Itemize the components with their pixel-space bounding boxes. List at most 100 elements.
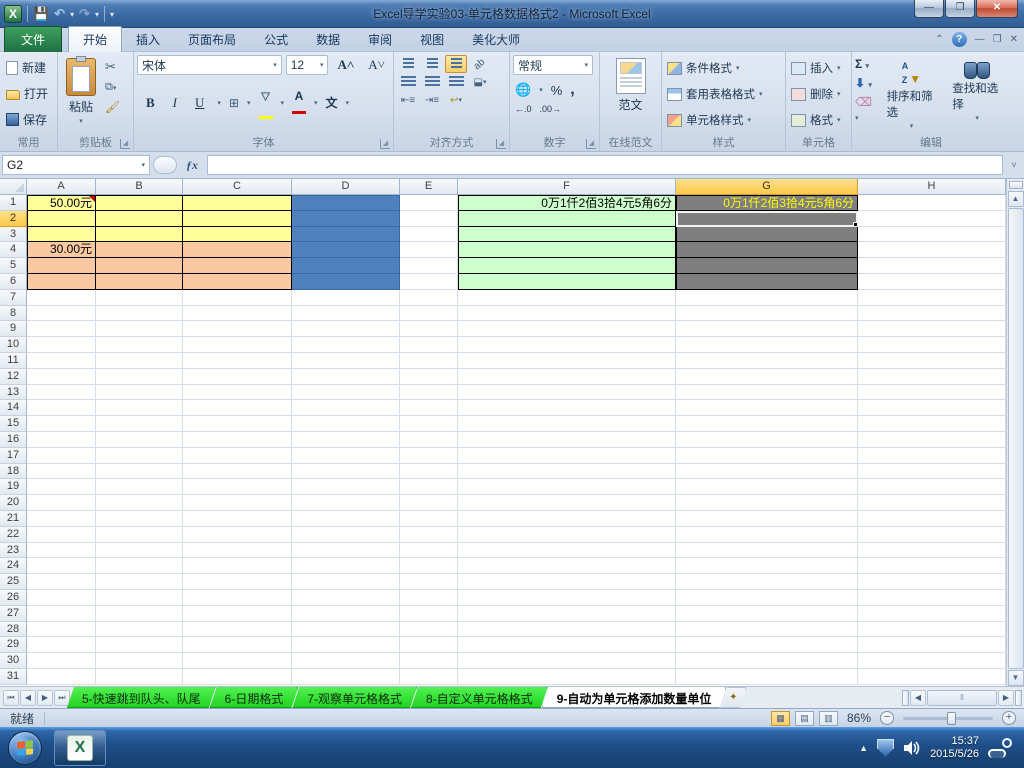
ribbon-tab-6[interactable]: 审阅 xyxy=(354,27,406,52)
cell-H28[interactable] xyxy=(858,621,1006,638)
formula-input[interactable] xyxy=(207,155,1003,175)
cell-F25[interactable] xyxy=(458,574,676,590)
cell-D23[interactable] xyxy=(292,542,400,559)
cell-E17[interactable] xyxy=(400,447,458,464)
horizontal-scrollbar[interactable]: ◀ ⦀ ▶ xyxy=(902,687,1024,708)
cell-H8[interactable] xyxy=(858,305,1006,322)
next-sheet-icon[interactable]: ▶ xyxy=(37,689,53,706)
cell-D5[interactable] xyxy=(292,258,400,274)
cell-B31[interactable] xyxy=(96,668,183,685)
cell-H23[interactable] xyxy=(858,542,1006,559)
cell-H15[interactable] xyxy=(858,416,1006,432)
row-header-30[interactable]: 30 xyxy=(0,653,27,669)
cell-H22[interactable] xyxy=(858,526,1006,543)
cell-D18[interactable] xyxy=(292,463,400,480)
cell-A24[interactable] xyxy=(27,558,96,575)
fill-color-caret-icon[interactable]: ▾ xyxy=(281,99,285,107)
cell-A26[interactable] xyxy=(27,589,96,606)
align-center-icon[interactable] xyxy=(421,73,443,91)
row-header-10[interactable]: 10 xyxy=(0,337,27,353)
security-shield-icon[interactable] xyxy=(877,738,895,757)
cell-H12[interactable] xyxy=(858,368,1006,385)
zoom-in-icon[interactable]: + xyxy=(1002,711,1016,725)
cell-A22[interactable] xyxy=(27,526,96,543)
cell-H7[interactable] xyxy=(858,289,1006,306)
cell-F3[interactable] xyxy=(458,226,676,243)
cell-B4[interactable] xyxy=(96,242,183,259)
wrap-text-icon[interactable]: ↩ ▾ xyxy=(445,91,467,109)
cell-A31[interactable] xyxy=(27,668,96,685)
cell-F19[interactable] xyxy=(458,479,676,496)
column-header-G[interactable]: G xyxy=(676,179,858,195)
zoom-level[interactable]: 86% xyxy=(847,711,871,725)
cell-F31[interactable] xyxy=(458,668,676,685)
cell-H5[interactable] xyxy=(858,258,1006,274)
row-header-4[interactable]: 4 xyxy=(0,242,27,259)
row-header-12[interactable]: 12 xyxy=(0,368,27,385)
sheet-tab-9[interactable]: 9-自动为单元格添加数量单位 xyxy=(542,687,727,708)
alignment-dialog-launcher-icon[interactable]: ◢ xyxy=(496,139,506,149)
fill-color-icon[interactable]: 🜄 xyxy=(258,83,273,122)
cell-A7[interactable] xyxy=(27,289,96,306)
cell-E31[interactable] xyxy=(400,668,458,685)
font-size-combo[interactable]: 12 ▾ xyxy=(285,55,329,75)
cell-B24[interactable] xyxy=(96,558,183,575)
cell-D28[interactable] xyxy=(292,621,400,638)
cell-A14[interactable] xyxy=(27,400,96,417)
conditional-formatting-button[interactable]: 条件格式 ▾ xyxy=(665,57,782,79)
cell-F1[interactable]: 0万1仟2佰3拾4元5角6分 xyxy=(458,195,676,211)
cell-A17[interactable] xyxy=(27,447,96,464)
row-header-15[interactable]: 15 xyxy=(0,416,27,432)
cell-A11[interactable] xyxy=(27,352,96,369)
font-name-combo[interactable]: 宋体 ▾ xyxy=(137,55,282,75)
cell-H26[interactable] xyxy=(858,589,1006,606)
row-header-16[interactable]: 16 xyxy=(0,431,27,448)
cell-G8[interactable] xyxy=(676,305,858,322)
open-button[interactable]: 打开 xyxy=(3,83,54,104)
cell-C21[interactable] xyxy=(183,510,292,527)
cell-D21[interactable] xyxy=(292,510,400,527)
fill-icon[interactable]: ⬇ ▾ xyxy=(855,76,876,90)
cell-E6[interactable] xyxy=(400,273,458,290)
cell-B19[interactable] xyxy=(96,479,183,496)
cell-A12[interactable] xyxy=(27,368,96,385)
prev-sheet-icon[interactable]: ◀ xyxy=(20,689,36,706)
cell-D19[interactable] xyxy=(292,479,400,496)
ribbon-tab-1[interactable]: 开始 xyxy=(68,26,123,52)
column-header-C[interactable]: C xyxy=(183,179,292,195)
cut-icon[interactable]: ✂ xyxy=(105,59,120,75)
row-header-27[interactable]: 27 xyxy=(0,605,27,622)
cell-A23[interactable] xyxy=(27,542,96,559)
cell-H1[interactable] xyxy=(858,195,1006,211)
row-header-11[interactable]: 11 xyxy=(0,352,27,369)
cell-A19[interactable] xyxy=(27,479,96,496)
cell-D25[interactable] xyxy=(292,574,400,590)
decrease-decimal-icon[interactable]: .00→ xyxy=(540,104,562,114)
help-icon[interactable]: ? xyxy=(951,32,967,47)
accounting-format-icon[interactable]: 🌐 xyxy=(515,82,531,98)
cell-D27[interactable] xyxy=(292,605,400,622)
copy-icon[interactable]: ⧉▾ xyxy=(105,81,120,94)
cell-C10[interactable] xyxy=(183,337,292,353)
cell-E26[interactable] xyxy=(400,589,458,606)
fx-icon[interactable]: ƒx xyxy=(180,158,204,173)
cell-B15[interactable] xyxy=(96,416,183,432)
clipboard-dialog-launcher-icon[interactable]: ◢ xyxy=(120,139,130,149)
cell-G26[interactable] xyxy=(676,589,858,606)
increase-indent-icon[interactable]: ⇥≡ xyxy=(421,91,443,109)
cell-D7[interactable] xyxy=(292,289,400,306)
cell-F2[interactable] xyxy=(458,210,676,227)
cell-B6[interactable] xyxy=(96,273,183,290)
number-dialog-launcher-icon[interactable]: ◢ xyxy=(586,139,596,149)
row-header-20[interactable]: 20 xyxy=(0,495,27,511)
cell-G29[interactable] xyxy=(676,637,858,654)
cell-F30[interactable] xyxy=(458,653,676,669)
cell-E1[interactable] xyxy=(400,195,458,211)
cell-D16[interactable] xyxy=(292,431,400,448)
cell-A18[interactable] xyxy=(27,463,96,480)
fill-handle[interactable] xyxy=(853,221,857,226)
cell-E5[interactable] xyxy=(400,258,458,274)
cell-F29[interactable] xyxy=(458,637,676,654)
cell-G17[interactable] xyxy=(676,447,858,464)
borders-caret-icon[interactable]: ▾ xyxy=(247,99,251,107)
